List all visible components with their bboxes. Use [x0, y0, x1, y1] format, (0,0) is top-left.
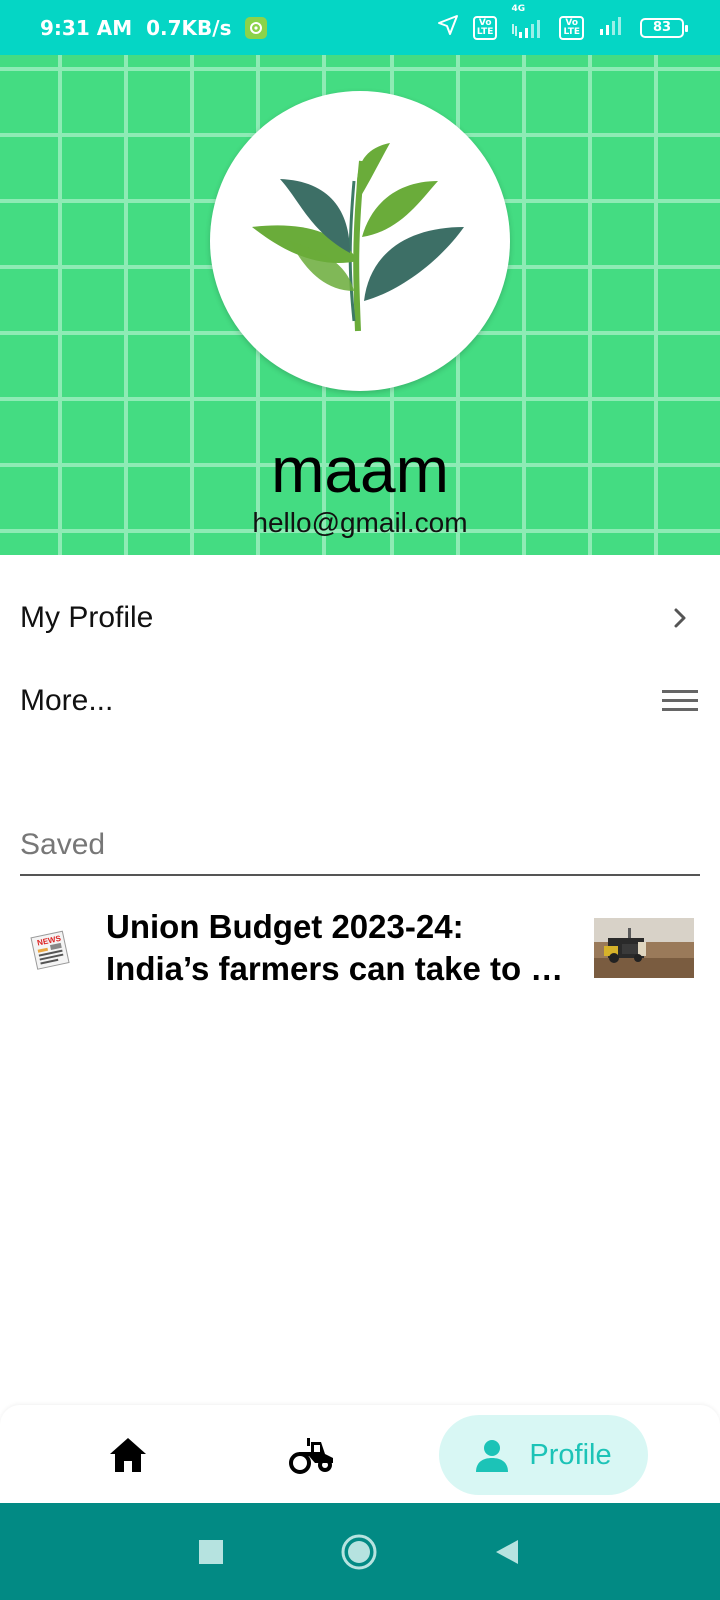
person-icon [476, 1440, 509, 1472]
more-row[interactable]: More... [20, 671, 700, 731]
saved-article-title-line2: India’s farmers can take to … [106, 950, 564, 987]
location-icon [437, 14, 459, 41]
nav-profile-button[interactable]: Profile [439, 1415, 648, 1495]
profile-header: maam hello@gmail.com [0, 55, 720, 555]
my-profile-label: My Profile [20, 601, 154, 634]
tractor-icon [289, 1438, 333, 1474]
saved-section-title: Saved [20, 828, 106, 861]
saved-divider [20, 874, 700, 876]
back-triangle-icon [496, 1540, 518, 1564]
home-system-button[interactable] [334, 1527, 384, 1577]
saved-article-thumbnail [594, 918, 694, 978]
saved-article-item[interactable]: NEWS Union Budget 2023-24: India’s farme… [20, 900, 700, 1000]
volte-badge-1: Vo LTE [472, 15, 498, 40]
nav-profile-label: Profile [529, 1438, 612, 1471]
newspaper-icon: NEWS [30, 930, 72, 970]
menu-lines-icon [660, 681, 700, 721]
more-label: More... [20, 684, 114, 717]
network-type-label: 4G [511, 3, 526, 14]
square-icon [199, 1540, 223, 1564]
status-bar: 9:31 AM 0.7KB/s Vo LTE 4G Vo LTE 83 [0, 0, 720, 55]
avatar[interactable] [210, 91, 510, 391]
battery-level: 83 [652, 20, 672, 35]
my-profile-row[interactable]: My Profile [20, 588, 700, 648]
recent-apps-button[interactable] [186, 1527, 236, 1577]
saved-article-title: Union Budget 2023-24: India’s farmers ca… [106, 906, 576, 990]
app-notification-icon [245, 16, 268, 39]
volte-badge-2: Vo LTE [559, 15, 584, 40]
bottom-navigation: Profile [0, 1405, 720, 1503]
nav-tractor-button[interactable] [272, 1415, 352, 1495]
saved-article-title-line1: Union Budget 2023-24: [106, 908, 464, 945]
home-icon [110, 1438, 146, 1472]
user-email: hello@gmail.com [252, 507, 468, 538]
status-network-speed: 0.7KB/s [146, 15, 232, 40]
user-name: maam [271, 434, 449, 506]
circle-icon [341, 1534, 377, 1570]
system-navigation-bar [0, 1503, 720, 1600]
battery-icon: 83 [640, 17, 688, 38]
signal-icon-2 [598, 15, 626, 40]
status-time: 9:31 AM [40, 15, 133, 40]
nav-home-button[interactable] [88, 1415, 168, 1495]
signal-icon-1: 4G [511, 4, 545, 38]
plant-logo-icon [252, 143, 464, 332]
back-button[interactable] [482, 1527, 532, 1577]
chevron-right-icon [660, 598, 700, 638]
